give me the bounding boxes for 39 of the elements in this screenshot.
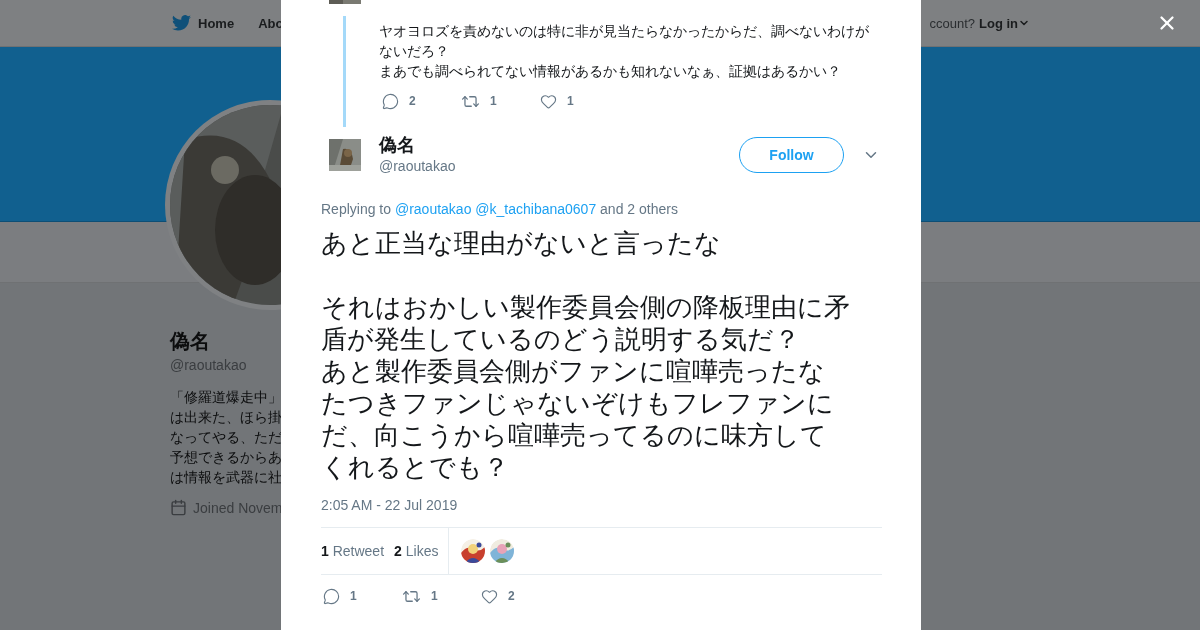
profile-bio-line: なってやる、ただ	[170, 428, 282, 447]
tweet-timestamp: 2:05 AM - 22 Jul 2019	[321, 496, 459, 515]
retweet-button[interactable]: 1	[461, 91, 540, 111]
joined-date: Joined Novem	[193, 499, 283, 516]
profile-bio-line: 「修羅道爆走中」	[170, 388, 282, 407]
mention-link[interactable]: @raoutakao	[394, 201, 472, 217]
heart-icon	[540, 92, 557, 110]
stat-link[interactable]: 2 Likes	[394, 543, 439, 559]
reply-icon	[323, 587, 340, 605]
profile-bio-line: 予想できるからあ	[170, 448, 282, 467]
author-name: 偽名	[379, 134, 416, 156]
reply-button[interactable]: 1	[323, 587, 402, 605]
stat-link[interactable]: 1 Retweet	[321, 543, 385, 559]
profile-handle: @raoutakao	[170, 356, 247, 375]
profile-bio-line: は情報を武器に社	[170, 468, 282, 487]
bird-icon	[172, 15, 191, 31]
tweet-text: それはおかしい製作委員会側の降板理由に矛盾が発生しているのどう説明する気だ？	[321, 291, 851, 355]
heart-icon	[481, 587, 498, 605]
mention-link[interactable]: @k_tachibana0607	[475, 201, 597, 217]
replying-others: and 2 others	[600, 201, 678, 217]
tweet-text: まあでも調べられてない情報があるかも知れないなぁ、証拠はあるかい？	[379, 62, 842, 81]
follow-button[interactable]: Follow	[739, 137, 844, 173]
tweet-text: あと製作委員会側がファンに喧嘩売ったなたつきファンじゃないぞけもフレファンに	[321, 355, 835, 419]
reply-icon	[382, 92, 399, 110]
login-link[interactable]: Log in	[979, 15, 1030, 31]
profile-name: 偽名	[170, 329, 210, 353]
replying-prefix: Replying to	[321, 201, 392, 217]
nav-link[interactable]: Home	[172, 15, 235, 31]
calendar-icon	[170, 499, 187, 516]
account-prompt: ccount?	[929, 15, 975, 31]
tweet-text: だ、向こうから喧嘩売ってるのに味方してくれるとでも？	[321, 419, 828, 483]
reply-button[interactable]: 2	[382, 92, 461, 110]
retweet-button[interactable]: 1	[402, 586, 481, 606]
tweet-text: ヤオヨロズを責めないのは特に非が見当たらなかったからだ、調べないわけがないだろ？	[379, 22, 870, 61]
author-handle: @raoutakao	[379, 157, 456, 176]
profile-bio-line: は出来た、ほら掛	[170, 408, 282, 427]
like-button[interactable]: 2	[481, 587, 560, 605]
like-button[interactable]: 1	[540, 92, 619, 110]
tweet-text: あと正当な理由がないと言ったな	[321, 227, 722, 259]
